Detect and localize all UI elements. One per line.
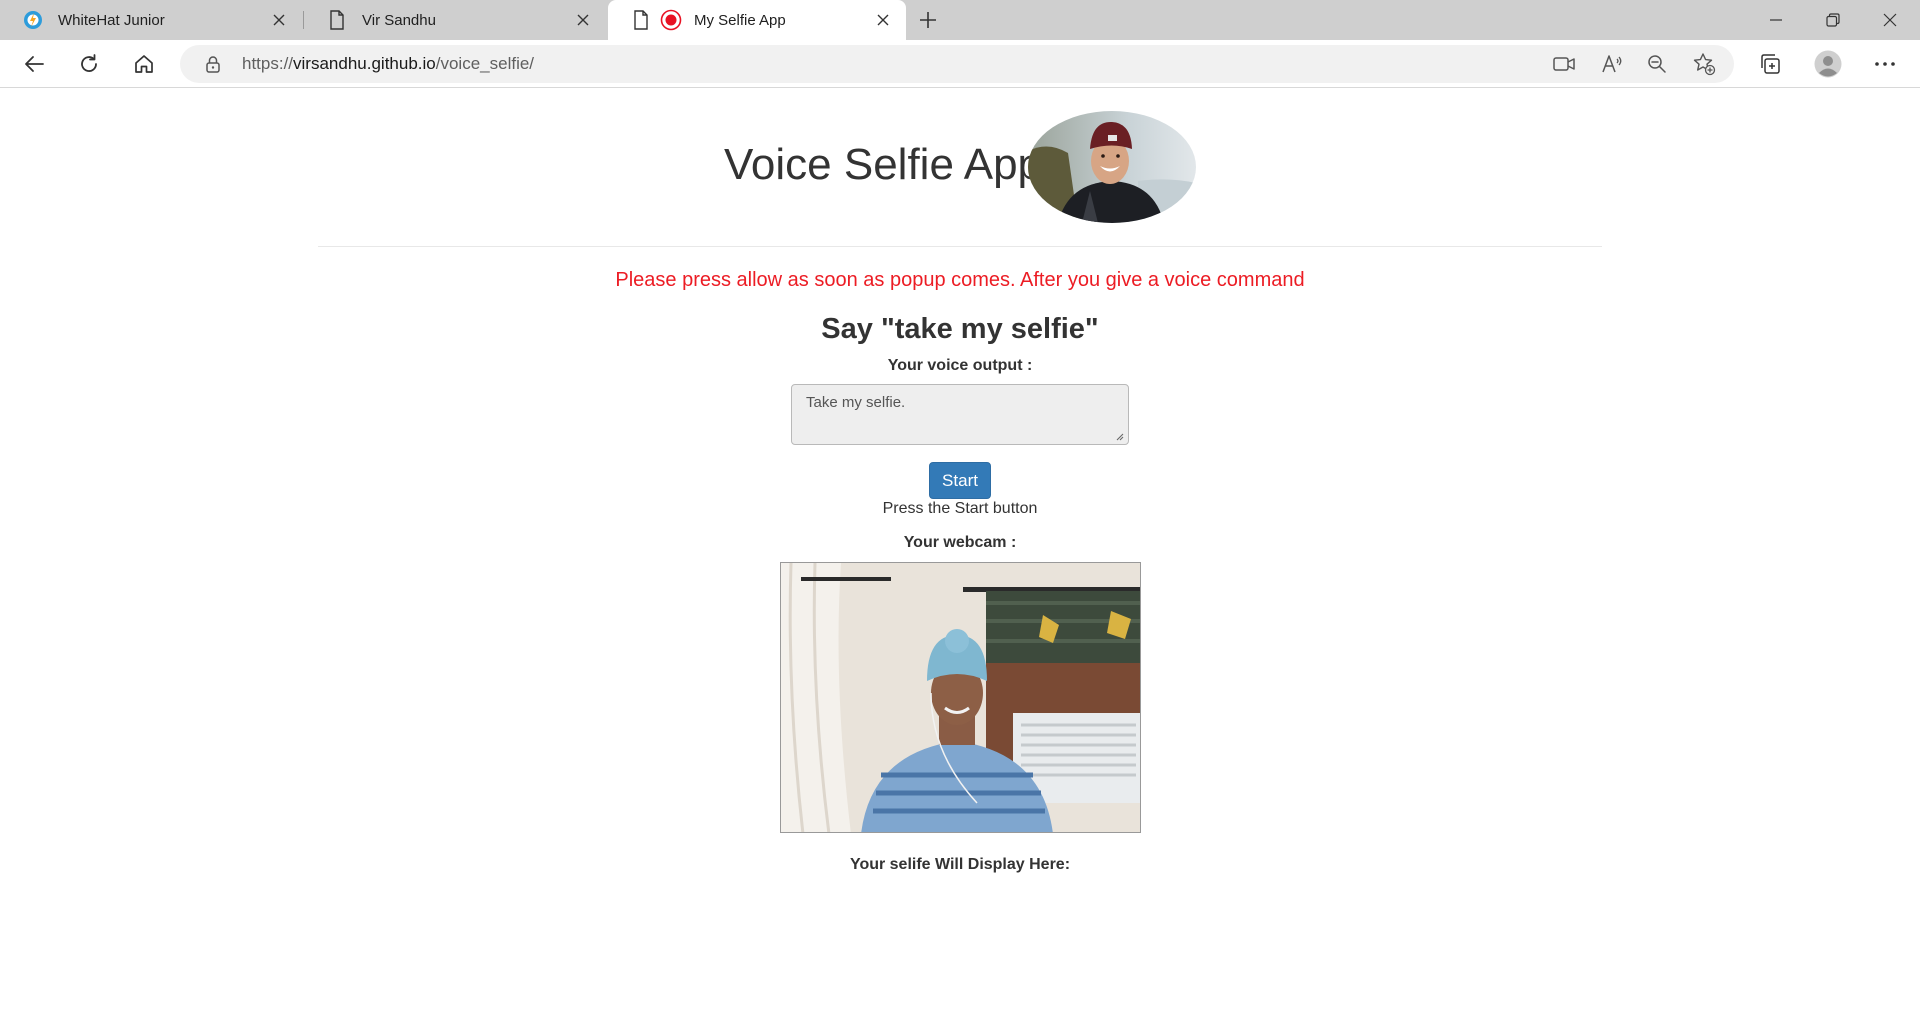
document-icon [630,9,652,31]
refresh-icon [81,54,97,72]
lock-icon[interactable] [204,55,222,73]
voice-output-textarea[interactable]: Take my selfie. [791,384,1129,445]
url-host: virsandhu.github.io [293,54,436,73]
back-button[interactable] [16,46,52,82]
whitehat-logo-icon [22,9,44,31]
tab-whitehat-junior[interactable]: WhiteHat Junior [0,0,302,40]
header-selfie-photo [1028,111,1196,223]
collections-icon [1761,54,1780,74]
tab-vir-sandhu[interactable]: Vir Sandhu [304,0,606,40]
minimize-icon [1770,19,1782,21]
page-content: Voice Selfie App Please press allow as s… [0,89,1920,1020]
profile-button[interactable] [1810,46,1846,82]
webcam-video [780,562,1141,833]
camera-permission-icon[interactable] [1552,52,1576,76]
close-tab-icon[interactable] [264,5,294,35]
home-icon [135,55,153,73]
webcam-label: Your webcam : [903,534,1017,551]
start-button[interactable]: Start [929,462,991,499]
close-icon [1883,13,1897,27]
more-dots-icon [1875,62,1895,66]
tab-strip: WhiteHat Junior Vir Sandhu My Selfie App [0,0,1920,40]
settings-menu-button[interactable] [1867,46,1903,82]
tab-title: WhiteHat Junior [58,11,165,29]
close-tab-icon[interactable] [568,5,598,35]
url-text[interactable]: https://virsandhu.github.io/voice_selfie… [242,54,534,74]
status-text: Press the Start button [882,500,1038,517]
selfie-display-label: Your selife Will Display Here: [849,856,1071,873]
document-icon [326,9,348,31]
url-path: /voice_selfie/ [435,54,535,73]
url-prefix: https:// [242,54,294,73]
restore-icon [1826,13,1840,27]
home-button[interactable] [126,46,162,82]
browser-toolbar: https://virsandhu.github.io/voice_selfie… [0,40,1920,88]
back-arrow-icon [25,56,44,72]
zoom-out-icon[interactable] [1645,52,1669,76]
read-aloud-icon[interactable] [1600,52,1624,76]
permission-notice: Please press allow as soon as popup come… [615,269,1305,291]
add-favorite-icon[interactable] [1692,52,1716,76]
page-title: Voice Selfie App [724,140,1043,189]
address-bar[interactable]: https://virsandhu.github.io/voice_selfie… [180,45,1734,83]
tab-title: My Selfie App [694,11,786,29]
plus-icon [920,12,936,28]
resize-grip-icon[interactable] [1114,431,1124,441]
collections-button[interactable] [1752,46,1788,82]
avatar-icon [1814,50,1842,78]
tab-my-selfie-app[interactable]: My Selfie App [608,0,906,40]
close-window-button[interactable] [1862,0,1918,40]
new-tab-button[interactable] [912,4,944,36]
refresh-button[interactable] [71,46,107,82]
voice-command-instruction: Say "take my selfie" [821,313,1099,345]
restore-button[interactable] [1805,0,1861,40]
recording-icon [660,9,682,31]
tab-title: Vir Sandhu [362,11,436,29]
close-tab-icon[interactable] [868,5,898,35]
voice-output-label: Your voice output : [887,357,1033,374]
header-divider [318,246,1602,247]
minimize-button[interactable] [1748,0,1804,40]
